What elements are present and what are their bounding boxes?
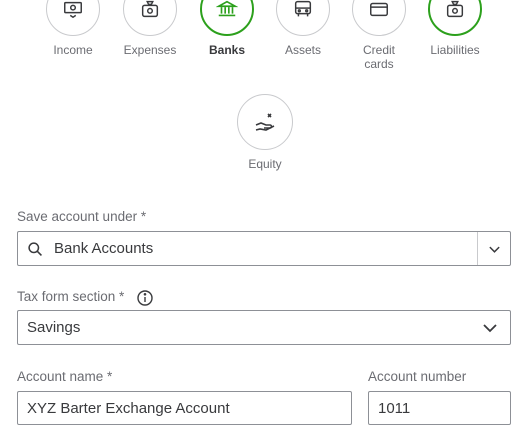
category-banks-circle[interactable] <box>200 0 254 36</box>
category-equity-label: Equity <box>248 157 282 171</box>
category-credit-cards[interactable]: Credit cards <box>339 0 419 71</box>
search-icon <box>28 242 42 256</box>
cash-icon <box>64 1 82 19</box>
chevron-down-icon[interactable] <box>482 322 498 334</box>
category-banks[interactable]: Banks <box>187 0 267 57</box>
save-account-under-value: Bank Accounts <box>54 240 154 257</box>
category-credit-cards-label: Credit cards <box>362 43 395 71</box>
save-account-under-select[interactable]: Bank Accounts <box>17 231 511 266</box>
category-income-label: Income <box>53 43 93 57</box>
category-expenses-circle[interactable] <box>123 0 177 36</box>
bank-icon <box>216 0 238 17</box>
category-liabilities[interactable]: Liabilities <box>415 0 495 57</box>
category-equity-circle[interactable] <box>237 94 293 150</box>
tax-form-section-select[interactable]: Savings <box>17 310 511 345</box>
account-number-value: 1011 <box>378 400 411 417</box>
tax-form-section-label: Tax form section * <box>17 289 125 304</box>
credit-card-icon <box>370 2 388 17</box>
category-expenses-label: Expenses <box>123 43 177 57</box>
category-assets[interactable]: Assets <box>263 0 343 57</box>
money-bag-icon <box>446 0 464 18</box>
account-number-input[interactable]: 1011 <box>368 391 511 425</box>
category-equity[interactable]: Equity <box>225 94 305 171</box>
account-number-label: Account number <box>368 369 467 384</box>
hand-coin-icon <box>255 113 275 131</box>
category-credit-cards-circle[interactable] <box>352 0 406 36</box>
account-name-label: Account name * <box>17 369 113 384</box>
chevron-down-icon[interactable] <box>488 244 501 254</box>
category-assets-circle[interactable] <box>276 0 330 36</box>
category-income-circle[interactable] <box>46 0 100 36</box>
category-liabilities-circle[interactable] <box>428 0 482 36</box>
category-liabilities-label: Liabilities <box>430 43 480 57</box>
account-name-value: XYZ Barter Exchange Account <box>27 400 230 417</box>
info-icon[interactable] <box>136 289 154 307</box>
money-bag-icon <box>141 0 159 18</box>
category-assets-label: Assets <box>284 43 321 57</box>
vehicle-icon <box>294 0 312 17</box>
category-expenses[interactable]: Expenses <box>110 0 190 57</box>
category-banks-label: Banks <box>208 43 246 57</box>
save-account-under-label: Save account under * <box>17 209 147 224</box>
account-name-input[interactable]: XYZ Barter Exchange Account <box>17 391 352 425</box>
category-income[interactable]: Income <box>33 0 113 57</box>
dropdown-divider <box>477 232 478 265</box>
tax-form-section-value: Savings <box>27 319 81 336</box>
